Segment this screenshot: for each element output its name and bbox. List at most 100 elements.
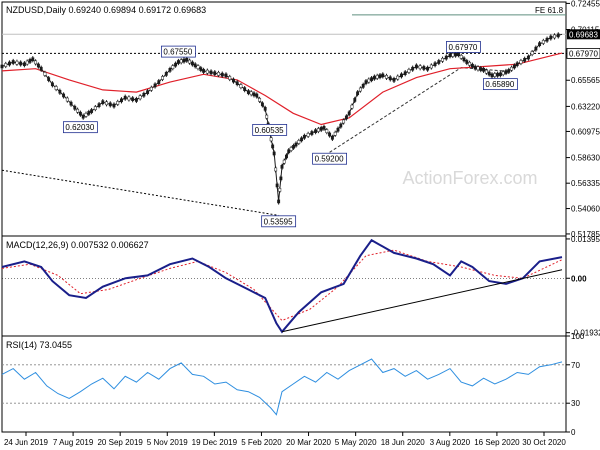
candle-body — [490, 73, 494, 78]
candle-body — [411, 66, 415, 71]
candle-body — [43, 72, 47, 76]
price-y-tick-label: 0.72455 — [571, 0, 600, 8]
candle-body — [182, 58, 186, 63]
candle-body — [530, 51, 534, 55]
candle-body — [249, 91, 253, 96]
candle-body — [4, 63, 8, 67]
candle-body — [507, 69, 511, 73]
candle-body — [101, 100, 105, 104]
candle-body — [78, 111, 82, 116]
candle-body — [47, 77, 51, 81]
candle-body — [69, 101, 73, 106]
candle-body — [297, 140, 301, 144]
candle-body — [50, 82, 54, 87]
candle-body — [235, 81, 239, 86]
candle-body — [448, 53, 452, 58]
candle-body — [292, 144, 296, 149]
candle-body — [400, 73, 403, 78]
fe-label: FE 61.8 — [535, 6, 564, 15]
candle-body — [246, 90, 250, 94]
candle-body — [496, 72, 500, 77]
candle-body — [161, 76, 164, 80]
candle-body — [437, 60, 441, 64]
candle-body — [138, 95, 142, 100]
candle-body — [278, 188, 282, 192]
candle-body — [84, 112, 88, 117]
candle-body — [512, 64, 516, 69]
price-y-tick-label: 0.56335 — [571, 179, 600, 188]
rsi-y-tick-label: 0 — [571, 428, 576, 437]
candle-body — [274, 167, 278, 172]
candle-body — [462, 57, 466, 62]
price-panel: NZDUSD,Daily 0.69240 0.69894 0.69172 0.6… — [0, 0, 600, 239]
candle-body — [479, 67, 483, 71]
candle-body — [232, 78, 235, 83]
price-annotation-label: 0.65890 — [485, 80, 514, 89]
x-tick-label: 5 Feb 2020 — [241, 438, 282, 447]
candle-body — [426, 66, 430, 71]
watermark: ActionForex.com — [402, 168, 537, 188]
candle-body — [429, 64, 433, 69]
candle-body — [465, 60, 469, 64]
candle-body — [330, 136, 334, 140]
current-price-label: 0.69683 — [569, 30, 598, 39]
x-tick-label: 5 Nov 2019 — [147, 438, 188, 447]
x-tick-label: 20 Mar 2020 — [286, 438, 331, 447]
candle-body — [418, 65, 422, 70]
candle-body — [541, 40, 545, 44]
candle-body — [328, 132, 332, 137]
candle-body — [120, 98, 123, 103]
x-axis: 24 Jun 2019 7 Aug 2019 20 Sep 2019 5 Nov 20… — [4, 432, 566, 447]
candle-body — [90, 109, 94, 113]
candle-body — [176, 60, 180, 64]
level-marker-label: 0.67970 — [569, 49, 598, 58]
candle-body — [388, 76, 392, 81]
candle-body — [76, 108, 80, 113]
candle-body — [11, 60, 15, 64]
candle-body — [403, 71, 407, 75]
candle-body — [493, 73, 497, 77]
price-annotation-label: 0.67970 — [448, 43, 477, 52]
price-y-tick-label: 0.54060 — [571, 205, 600, 214]
candle-body — [277, 199, 281, 204]
candle-body — [142, 92, 146, 97]
candle-body — [87, 111, 91, 115]
candle-body — [199, 67, 203, 71]
candle-body — [344, 115, 348, 120]
candle-body — [347, 111, 351, 116]
candle-body — [381, 73, 385, 78]
candle-body — [275, 183, 279, 188]
price-y-tick-label: 0.60975 — [571, 127, 600, 136]
rsi-y-tick-label: 100 — [571, 332, 585, 341]
candle-body — [444, 55, 448, 60]
candle-body — [271, 144, 275, 149]
candle-body — [260, 102, 264, 107]
candle-body — [538, 42, 542, 46]
candle-body — [519, 60, 523, 64]
candle-body — [116, 101, 120, 105]
macd-y-tick-label: 0.013956 — [571, 235, 600, 244]
x-tick-label: 16 Sep 2020 — [474, 438, 520, 447]
candle-body — [8, 61, 11, 66]
candle-body — [149, 86, 153, 91]
rsi-y-tick-label: 70 — [571, 361, 580, 370]
rsi-y-tick-label: 30 — [571, 399, 580, 408]
candle-body — [131, 97, 135, 101]
candle-body — [228, 76, 232, 80]
candle-body — [556, 33, 560, 38]
candle-body — [473, 65, 477, 70]
candle-body — [36, 63, 40, 68]
candle-body — [263, 107, 267, 111]
candle-body — [153, 83, 157, 88]
candle-body — [190, 61, 194, 66]
rsi-panel: RSI(14) 73.0455 100 70 30 0 — [1, 332, 585, 437]
candle-body — [73, 105, 77, 110]
nzdusd-chart: NZDUSD,Daily 0.69240 0.69894 0.69172 0.6… — [0, 0, 600, 447]
candle-body — [294, 142, 298, 147]
candle-body — [339, 123, 343, 128]
candle-body — [385, 75, 388, 79]
candle-body — [123, 95, 127, 100]
macd-panel: MACD(12,26,9) 0.007532 0.006627 0.013956… — [1, 235, 600, 338]
candle-body — [300, 137, 304, 142]
candle-body — [105, 101, 108, 106]
